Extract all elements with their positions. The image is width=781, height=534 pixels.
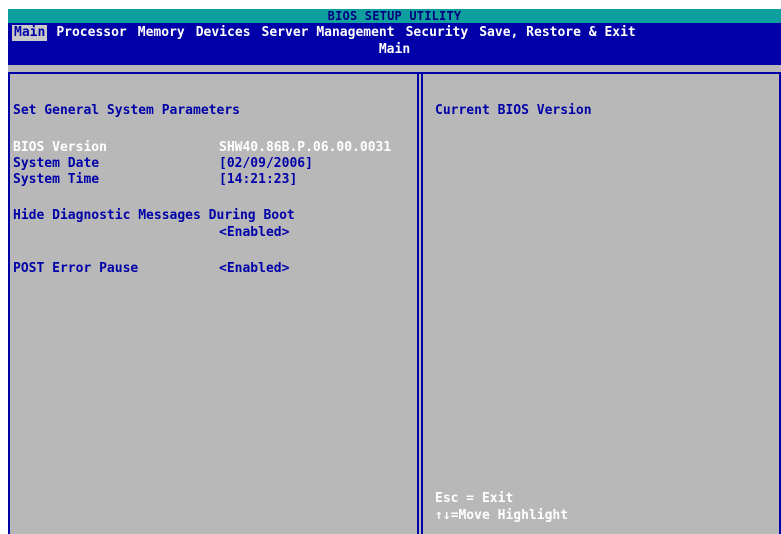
tab-main[interactable]: Main: [12, 25, 48, 41]
system-time-value[interactable]: [14:21:23]: [219, 172, 297, 188]
title-bar: BIOS SETUP UTILITY: [8, 9, 781, 23]
tab-server-management[interactable]: Server Management: [260, 25, 397, 41]
menu-bar: Main Processor Memory Devices Server Man…: [8, 23, 781, 65]
section-heading: Set General System Parameters: [13, 103, 240, 118]
post-error-pause-label[interactable]: POST Error Pause: [13, 261, 138, 277]
tab-devices[interactable]: Devices: [194, 25, 253, 41]
bios-screen: BIOS SETUP UTILITY Main Processor Memory…: [0, 0, 781, 534]
system-time-label[interactable]: System Time: [13, 172, 99, 188]
panel-frame: Set General System Parameters BIOS Versi…: [8, 72, 781, 534]
bios-version-value: SHW40.86B.P.06.00.0031: [219, 140, 392, 155]
tab-memory[interactable]: Memory: [136, 25, 187, 41]
tab-save-restore-exit[interactable]: Save, Restore & Exit: [477, 25, 638, 41]
content-area: Set General System Parameters BIOS Versi…: [8, 65, 781, 534]
tab-list: Main Processor Memory Devices Server Man…: [12, 25, 645, 41]
title-text: BIOS SETUP UTILITY: [327, 9, 462, 23]
tab-security[interactable]: Security: [404, 25, 471, 41]
key-help-move: ↑↓=Move Highlight: [435, 508, 569, 523]
system-date-value[interactable]: [02/09/2006]: [219, 156, 313, 172]
bios-version-label: BIOS Version: [13, 140, 107, 155]
system-date-label[interactable]: System Date: [13, 156, 99, 172]
help-text: Current BIOS Version: [435, 103, 592, 118]
page-title: Main: [378, 42, 411, 57]
tab-processor[interactable]: Processor: [54, 25, 128, 41]
hide-diagnostic-label[interactable]: Hide Diagnostic Messages During Boot: [13, 208, 295, 224]
panel-divider: [417, 74, 423, 534]
post-error-pause-value[interactable]: <Enabled>: [219, 261, 289, 277]
key-help-exit: Esc = Exit: [435, 491, 514, 506]
hide-diagnostic-value[interactable]: <Enabled>: [219, 225, 289, 241]
